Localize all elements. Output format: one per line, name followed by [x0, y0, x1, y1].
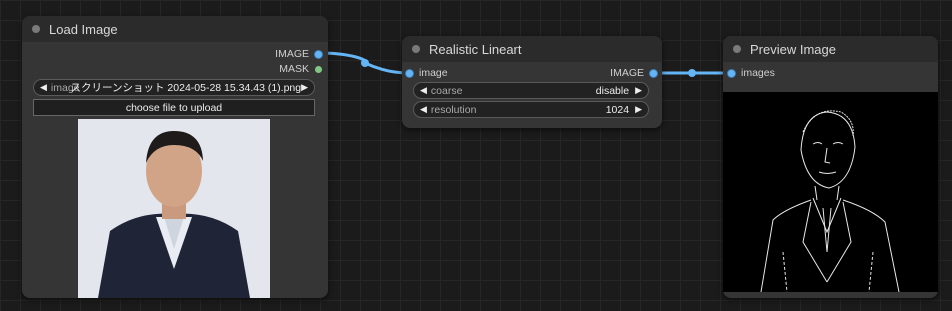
- input-slot-icon[interactable]: [728, 69, 735, 77]
- input-label: images: [741, 67, 775, 79]
- input-image[interactable]: image: [406, 66, 448, 80]
- right-arrow-icon[interactable]: ▶: [301, 82, 308, 93]
- widget-value: スクリーンショット 2024-05-28 15.34.43 (1).png: [70, 82, 302, 94]
- right-arrow-icon[interactable]: ▶: [635, 85, 642, 96]
- output-image[interactable]: IMAGE: [275, 47, 322, 61]
- portrait-image: [78, 119, 270, 298]
- lineart-header[interactable]: Realistic Lineart: [402, 36, 662, 62]
- lineart-image: [760, 110, 900, 292]
- input-slot-icon[interactable]: [406, 69, 413, 77]
- input-label: image: [419, 67, 448, 79]
- left-arrow-icon[interactable]: ◀: [40, 82, 47, 93]
- output-slot-icon[interactable]: [315, 65, 322, 73]
- load-image-header[interactable]: Load Image: [22, 16, 328, 42]
- output-mask[interactable]: MASK: [279, 62, 322, 76]
- widget-value: 1024: [605, 103, 630, 116]
- collapse-dot-icon[interactable]: [733, 45, 741, 53]
- output-label: MASK: [279, 63, 309, 75]
- realistic-lineart-node[interactable]: Realistic Lineart image IMAGE ◀ coarse d…: [402, 36, 662, 128]
- upload-button[interactable]: choose file to upload: [33, 99, 315, 116]
- node-title: Load Image: [49, 21, 118, 37]
- node-title: Realistic Lineart: [429, 41, 522, 57]
- loaded-image-preview: [78, 119, 270, 298]
- output-slot-icon[interactable]: [315, 50, 322, 58]
- image-combo-widget[interactable]: ◀ image スクリーンショット 2024-05-28 15.34.43 (1…: [33, 79, 315, 96]
- left-arrow-icon[interactable]: ◀: [420, 104, 427, 115]
- output-image[interactable]: IMAGE: [610, 66, 657, 80]
- collapse-dot-icon[interactable]: [32, 25, 40, 33]
- input-images[interactable]: images: [728, 66, 775, 80]
- widget-value: disable: [595, 84, 630, 97]
- right-arrow-icon[interactable]: ▶: [635, 104, 642, 115]
- preview-header[interactable]: Preview Image: [723, 36, 938, 62]
- widget-label: resolution: [430, 103, 477, 116]
- output-slot-icon[interactable]: [650, 69, 657, 77]
- output-label: IMAGE: [610, 67, 644, 79]
- collapse-dot-icon[interactable]: [412, 45, 420, 53]
- load-image-node[interactable]: Load Image IMAGE MASK ◀ image スクリーンショット …: [22, 16, 328, 298]
- resolution-widget[interactable]: ◀ resolution 1024 ▶: [413, 101, 649, 118]
- coarse-widget[interactable]: ◀ coarse disable ▶: [413, 82, 649, 99]
- left-arrow-icon[interactable]: ◀: [420, 85, 427, 96]
- widget-label: coarse: [430, 84, 463, 97]
- output-label: IMAGE: [275, 48, 309, 60]
- link-midpoint-1[interactable]: [361, 59, 369, 67]
- link-midpoint-2[interactable]: [688, 69, 696, 77]
- preview-output-image: [723, 92, 938, 292]
- preview-image-node[interactable]: Preview Image images: [723, 36, 938, 298]
- node-title: Preview Image: [750, 41, 836, 57]
